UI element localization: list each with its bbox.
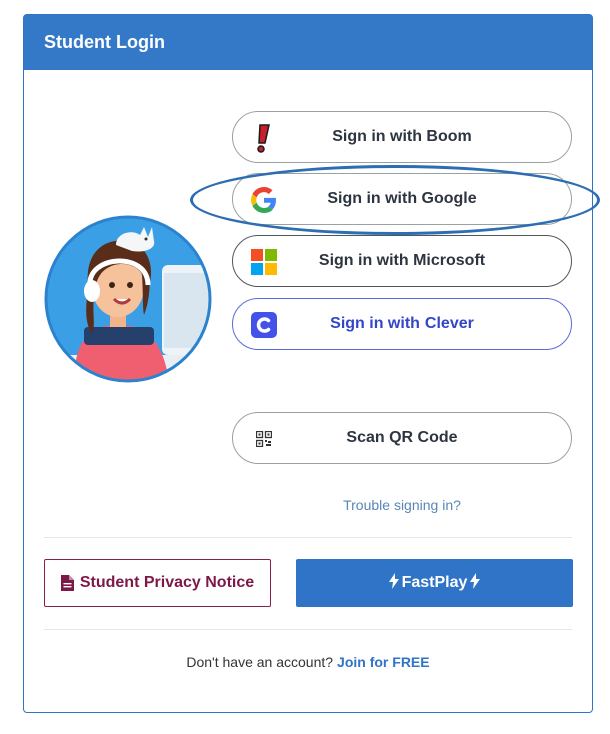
divider-top <box>44 537 572 538</box>
boom-logo-icon <box>250 124 278 153</box>
sign-in-microsoft-button[interactable]: Sign in with Microsoft <box>232 235 572 287</box>
signup-prompt-text: Don't have an account? <box>186 654 334 670</box>
microsoft-logo-icon <box>250 248 278 276</box>
page-title: Student Login <box>44 32 165 52</box>
divider-bottom <box>44 629 572 630</box>
signup-prompt: Don't have an account? Join for FREE <box>23 654 593 670</box>
student-privacy-notice-label: Student Privacy Notice <box>79 574 255 591</box>
clever-brand-label: Clever <box>424 315 474 332</box>
qr-code-icon <box>250 425 278 453</box>
sign-in-microsoft-label: Sign in with Microsoft <box>318 252 486 269</box>
fastplay-label: FastPlay <box>401 574 468 591</box>
student-privacy-notice-button[interactable]: Student Privacy Notice <box>44 559 271 607</box>
scan-qr-code-button[interactable]: Scan QR Code <box>232 412 572 464</box>
trouble-signing-in-link[interactable]: Trouble signing in? <box>232 497 572 513</box>
card-header: Student Login <box>24 15 592 70</box>
fastplay-button[interactable]: FastPlay <box>296 559 573 607</box>
join-for-free-link[interactable]: Join for FREE <box>337 654 430 670</box>
lightning-bolt-icon <box>388 573 399 593</box>
sign-in-boom-button[interactable]: Sign in with Boom <box>232 111 572 163</box>
lightning-bolt-icon <box>470 573 481 593</box>
student-avatar-illustration <box>44 215 212 383</box>
clever-logo-icon <box>250 311 278 339</box>
sign-in-google-button[interactable]: Sign in with Google <box>232 173 572 225</box>
document-icon <box>60 575 74 591</box>
sign-in-clever-button[interactable]: Sign in with Clever <box>232 298 572 350</box>
sign-in-clever-label-prefix: Sign in with <box>330 315 420 332</box>
sign-in-boom-label: Sign in with Boom <box>332 128 472 145</box>
google-logo-icon <box>250 186 278 214</box>
scan-qr-code-label: Scan QR Code <box>346 429 458 446</box>
sign-in-google-label: Sign in with Google <box>327 190 477 207</box>
